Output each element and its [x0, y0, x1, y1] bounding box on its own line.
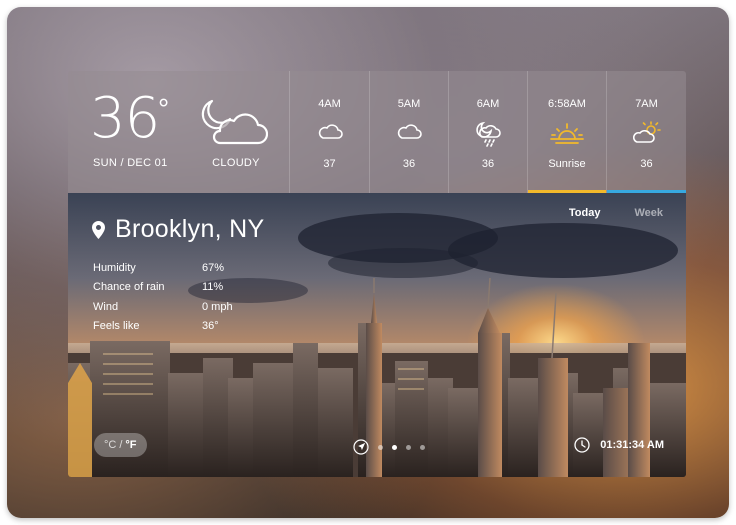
hour-value: 37 — [323, 158, 336, 170]
cloud-icon — [290, 121, 369, 147]
sunrise-icon — [528, 121, 606, 147]
stat-label: Feels like — [93, 320, 140, 333]
hour-time: 6AM — [476, 98, 500, 110]
celsius-option[interactable]: °C — [104, 439, 116, 451]
stat-label: Humidity — [93, 261, 136, 274]
weather-widget: 36 ° SUN / DEC 01 CLOUDY 4AM 37 5AM 36 6… — [68, 71, 686, 477]
unit-toggle[interactable]: °C / °F — [94, 433, 147, 457]
hourly-forecast-item[interactable]: 5AM 36 — [370, 71, 449, 193]
city-photo-panel: Brooklyn, NY Humidity 67% Chance of rain… — [68, 193, 686, 477]
stat-value: 11% — [202, 281, 224, 294]
tab-today[interactable]: Today — [569, 207, 601, 219]
page-dot[interactable] — [420, 444, 425, 450]
hour-time: 6:58AM — [548, 98, 586, 110]
hour-time: 5AM — [397, 98, 421, 110]
stat-value: 0 mph — [202, 300, 233, 313]
hour-value: 36 — [481, 158, 495, 170]
current-temperature: 36 — [90, 86, 160, 151]
stat-label: Chance of rain — [93, 281, 165, 294]
stat-row: Wind 0 mph — [93, 297, 233, 317]
fahrenheit-option[interactable]: °F — [125, 439, 136, 451]
navigation-arrow-icon[interactable] — [353, 439, 369, 455]
location-pin-icon — [92, 220, 105, 239]
forecast-strip: 36 ° SUN / DEC 01 CLOUDY 4AM 37 5AM 36 6… — [68, 71, 686, 193]
hourly-forecast-item[interactable]: 7AM 36 — [607, 71, 686, 193]
stat-row: Feels like 36° — [93, 317, 233, 337]
clock: 01:31:34 AM — [574, 437, 664, 453]
unit-separator: / — [119, 439, 123, 451]
partly-sunny-icon — [607, 121, 686, 147]
weather-stats: Humidity 67% Chance of rain 11% Wind 0 m… — [93, 258, 233, 336]
location-name: Brooklyn, NY — [115, 215, 265, 243]
tab-week[interactable]: Week — [634, 207, 663, 219]
clock-time: 01:31:34 AM — [600, 439, 664, 451]
stat-value: 67% — [202, 261, 225, 274]
hour-time: 7AM — [635, 98, 658, 110]
page-dot[interactable] — [406, 444, 411, 450]
location[interactable]: Brooklyn, NY — [92, 215, 265, 244]
hour-value: 36 — [402, 158, 416, 170]
hour-value: 36 — [640, 158, 653, 170]
app-background: 36 ° SUN / DEC 01 CLOUDY 4AM 37 5AM 36 6… — [7, 7, 729, 518]
partly-cloudy-night-icon — [200, 97, 269, 154]
stat-row: Humidity 67% — [93, 258, 233, 278]
hour-value: Sunrise — [548, 158, 586, 170]
degree-symbol: ° — [158, 93, 170, 124]
night-drizzle-icon — [449, 121, 527, 147]
hourly-forecast-item[interactable]: 4AM 37 — [290, 71, 370, 193]
stat-value: 36° — [202, 320, 219, 333]
current-conditions: 36 ° SUN / DEC 01 CLOUDY — [68, 71, 290, 193]
page-dot[interactable] — [378, 444, 383, 450]
cloud-icon — [370, 121, 448, 147]
hourly-forecast-item[interactable]: 6AM 36 — [449, 71, 528, 193]
hour-time: 4AM — [318, 98, 341, 110]
hourly-forecast-item[interactable]: 6:58AM Sunrise — [528, 71, 607, 193]
clock-icon — [574, 437, 590, 453]
stat-row: Chance of rain 11% — [93, 278, 233, 298]
current-date: SUN / DEC 01 — [93, 157, 168, 169]
page-dot-active[interactable] — [392, 444, 397, 450]
page-indicator — [353, 439, 425, 455]
current-condition: CLOUDY — [212, 157, 260, 169]
view-tabs: Today Week — [569, 207, 663, 219]
stat-label: Wind — [93, 300, 119, 313]
